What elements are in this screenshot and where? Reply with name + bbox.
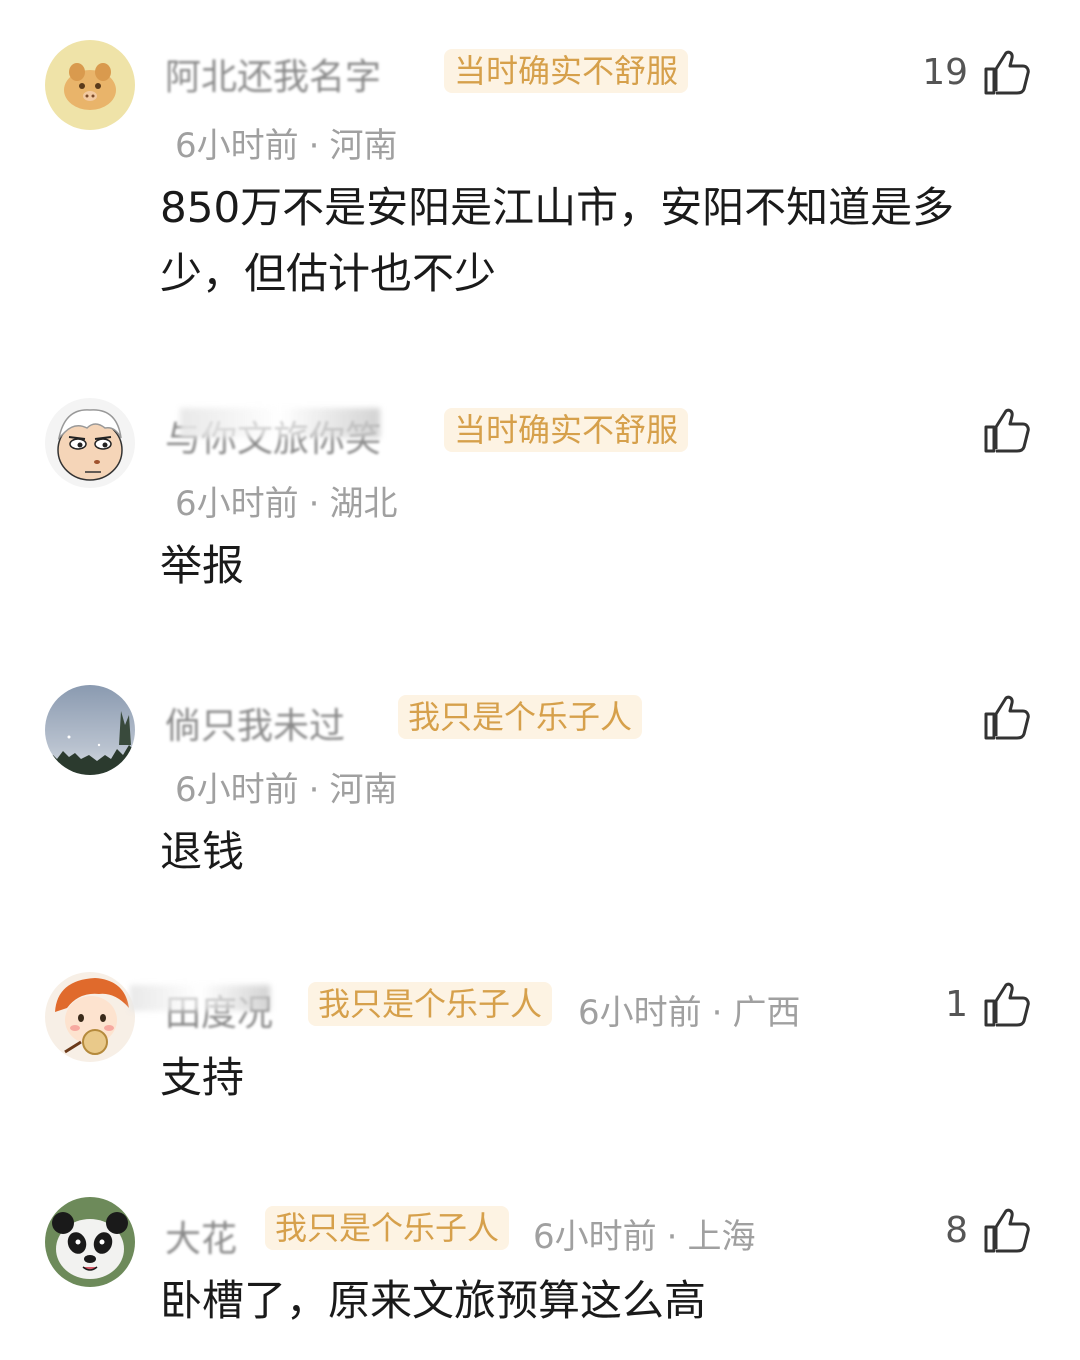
comment-text: 退钱 [160, 827, 245, 876]
like-count: 1 [945, 983, 968, 1025]
panda-avatar-icon [45, 1197, 135, 1287]
cartoon-girl-avatar-icon [45, 972, 135, 1062]
thumbs-up-icon[interactable] [982, 47, 1030, 97]
comment-time: 6小时前 [175, 484, 299, 524]
meta-separator: · [308, 770, 320, 810]
meta-separator: · [308, 484, 320, 524]
like-button[interactable]: 8 [945, 1202, 1030, 1258]
comment-meta: 6小时前 · 河南 [175, 762, 397, 811]
username[interactable]: 阿北还我名字 [165, 48, 381, 100]
cartoon-pig-avatar-icon [45, 40, 135, 130]
comment-meta: 6小时前 · 广西 [578, 985, 800, 1034]
avatar[interactable] [45, 398, 135, 488]
comment-location: 河南 [329, 770, 398, 810]
like-button[interactable]: 19 [922, 44, 1030, 100]
like-button[interactable]: 1 [945, 976, 1030, 1032]
comment-text: 850万不是安阳是江山市，安阳不知道是多少，但估计也不少 [160, 183, 955, 298]
like-button[interactable] [968, 689, 1030, 745]
like-count: 19 [922, 51, 968, 93]
user-badge: 我只是个乐子人 [265, 1206, 510, 1250]
comment-location: 上海 [687, 1217, 756, 1257]
comment-meta: 6小时前 · 河南 [175, 118, 397, 167]
user-badge: 我只是个乐子人 [398, 695, 643, 739]
comment-text: 卧槽了，原来文旅预算这么高 [160, 1276, 707, 1325]
username[interactable]: 倘只我未过 [165, 697, 345, 749]
user-badge: 当时确实不舒服 [444, 408, 689, 452]
comment-time: 6小时前 [175, 126, 299, 166]
thumbs-up-icon[interactable] [982, 692, 1030, 742]
meta-separator: · [666, 1217, 678, 1257]
meta-separator: · [308, 126, 320, 166]
comment-time: 6小时前 [578, 993, 702, 1033]
comment-location: 河南 [329, 126, 398, 166]
username-blur [180, 408, 380, 438]
thumbs-up-icon[interactable] [982, 405, 1030, 455]
comment-location: 广西 [732, 993, 801, 1033]
username-blur [130, 985, 270, 1011]
avatar[interactable] [45, 40, 135, 130]
meta-separator: · [711, 993, 723, 1033]
night-sky-avatar-icon [45, 685, 135, 775]
comment-location: 湖北 [329, 484, 398, 524]
avatar[interactable] [45, 685, 135, 775]
avatar[interactable] [45, 972, 135, 1062]
user-badge: 当时确实不舒服 [444, 49, 689, 93]
like-button[interactable] [968, 402, 1030, 458]
comment-meta: 6小时前 · 湖北 [175, 476, 397, 525]
thumbs-up-icon[interactable] [982, 979, 1030, 1029]
comment-time: 6小时前 [175, 770, 299, 810]
user-badge: 我只是个乐子人 [308, 982, 553, 1026]
avatar[interactable] [45, 1197, 135, 1287]
comment-meta: 6小时前 · 上海 [533, 1209, 755, 1258]
comment-text: 支持 [160, 1053, 245, 1102]
cartoon-face-avatar-icon [45, 398, 135, 488]
like-count: 8 [945, 1209, 968, 1251]
username[interactable]: 大花 [165, 1210, 237, 1262]
comment-time: 6小时前 [533, 1217, 657, 1257]
comment-text: 举报 [160, 541, 245, 590]
thumbs-up-icon[interactable] [982, 1205, 1030, 1255]
